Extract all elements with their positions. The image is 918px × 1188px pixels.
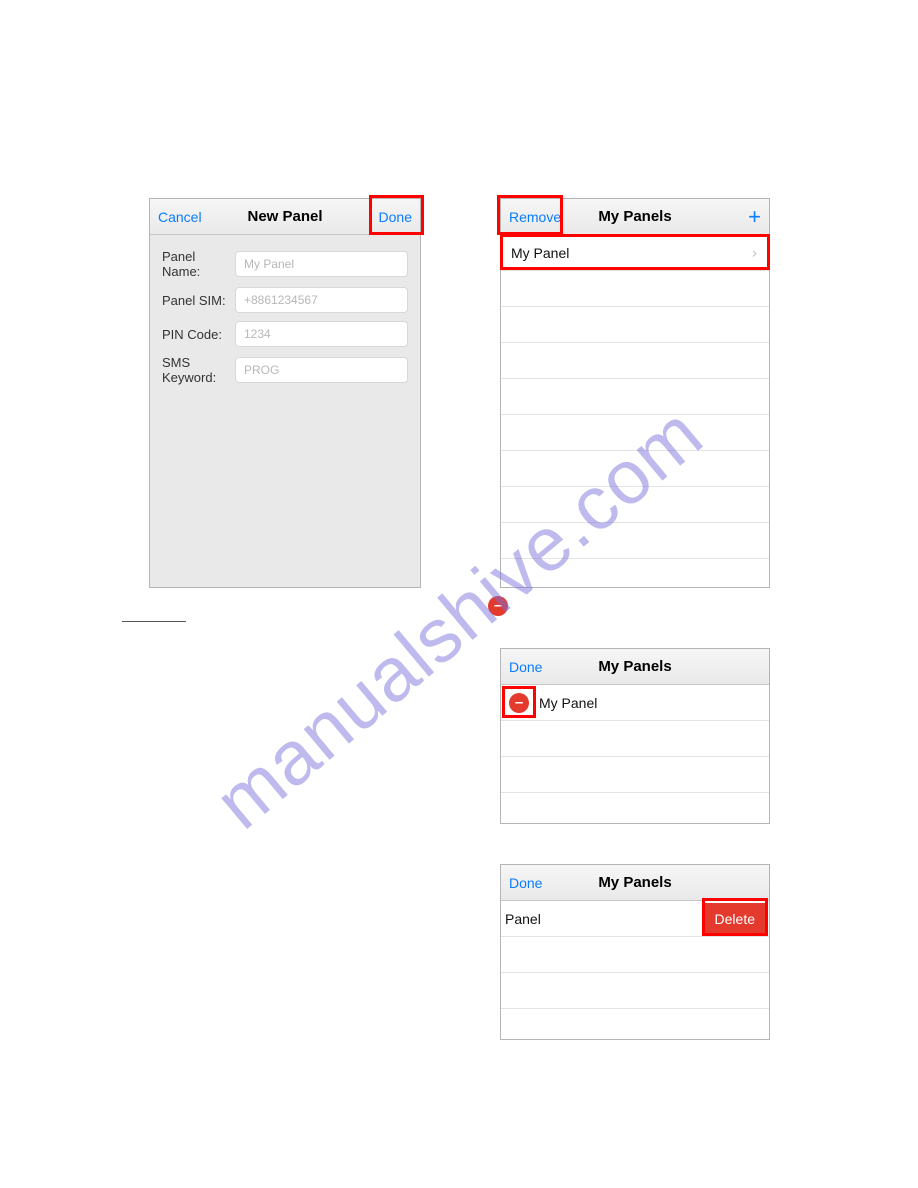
navbar-my-panels-remove: Remove My Panels + <box>501 199 769 235</box>
panel-row-editing[interactable]: My Panel <box>501 685 769 721</box>
input-sms-keyword[interactable] <box>235 357 408 383</box>
input-pin-code[interactable] <box>235 321 408 347</box>
label-sms-keyword: SMS Keyword: <box>162 355 235 385</box>
panel-list-1: My Panel › <box>501 235 769 587</box>
row-panel-name: Panel Name: <box>162 249 408 279</box>
list-row-empty <box>501 757 769 793</box>
done-button-delete[interactable]: Done <box>509 875 542 891</box>
panel-row-label-delete: Panel <box>505 911 541 927</box>
screen-new-panel: Cancel New Panel Done Panel Name: Panel … <box>149 198 421 588</box>
list-row-empty <box>501 487 769 523</box>
navbar-my-panels-done-1: Done My Panels <box>501 649 769 685</box>
navbar-title-new-panel: New Panel <box>247 208 322 225</box>
navbar-my-panels-done-2: Done My Panels <box>501 865 769 901</box>
list-row-empty <box>501 523 769 559</box>
list-row-empty <box>501 973 769 1009</box>
row-pin-code: PIN Code: <box>162 321 408 347</box>
label-pin-code: PIN Code: <box>162 327 235 342</box>
screen-my-panels-delete: Done My Panels Panel Delete <box>500 864 770 1040</box>
list-row-empty <box>501 415 769 451</box>
done-button-new-panel[interactable]: Done <box>379 209 412 225</box>
minus-icon-floating <box>488 596 508 616</box>
panel-list-2: My Panel <box>501 685 769 823</box>
chevron-right-icon: › <box>752 244 757 261</box>
label-panel-name: Panel Name: <box>162 249 235 279</box>
list-row-empty <box>501 721 769 757</box>
new-panel-form: Panel Name: Panel SIM: PIN Code: SMS Key… <box>150 235 420 587</box>
input-panel-name[interactable] <box>235 251 408 277</box>
label-panel-sim: Panel SIM: <box>162 293 235 308</box>
list-row-empty <box>501 379 769 415</box>
navbar-title-my-panels-2: My Panels <box>598 658 671 675</box>
panel-list-3: Panel Delete <box>501 901 769 1039</box>
delete-button[interactable]: Delete <box>703 903 767 934</box>
row-panel-sim: Panel SIM: <box>162 287 408 313</box>
list-row-empty <box>501 451 769 487</box>
cancel-button[interactable]: Cancel <box>158 209 202 225</box>
plus-icon[interactable]: + <box>748 206 761 228</box>
list-row-empty <box>501 937 769 973</box>
list-row-empty <box>501 307 769 343</box>
input-panel-sim[interactable] <box>235 287 408 313</box>
navbar-title-my-panels-3: My Panels <box>598 874 671 891</box>
screen-my-panels-list: Remove My Panels + My Panel › <box>500 198 770 588</box>
row-sms-keyword: SMS Keyword: <box>162 355 408 385</box>
decorative-underline <box>122 621 186 622</box>
panel-row-label: My Panel <box>511 245 569 261</box>
panel-row-label-editing: My Panel <box>539 695 597 711</box>
navbar-new-panel: Cancel New Panel Done <box>150 199 420 235</box>
done-button-editing[interactable]: Done <box>509 659 542 675</box>
list-row-empty <box>501 271 769 307</box>
minus-icon-row[interactable] <box>509 693 529 713</box>
navbar-title-my-panels-1: My Panels <box>598 208 671 225</box>
remove-button[interactable]: Remove <box>509 209 561 225</box>
screen-my-panels-editing: Done My Panels My Panel <box>500 648 770 824</box>
panel-row-delete[interactable]: Panel Delete <box>501 901 769 937</box>
list-row-empty <box>501 343 769 379</box>
panel-row-my-panel[interactable]: My Panel › <box>501 235 769 271</box>
